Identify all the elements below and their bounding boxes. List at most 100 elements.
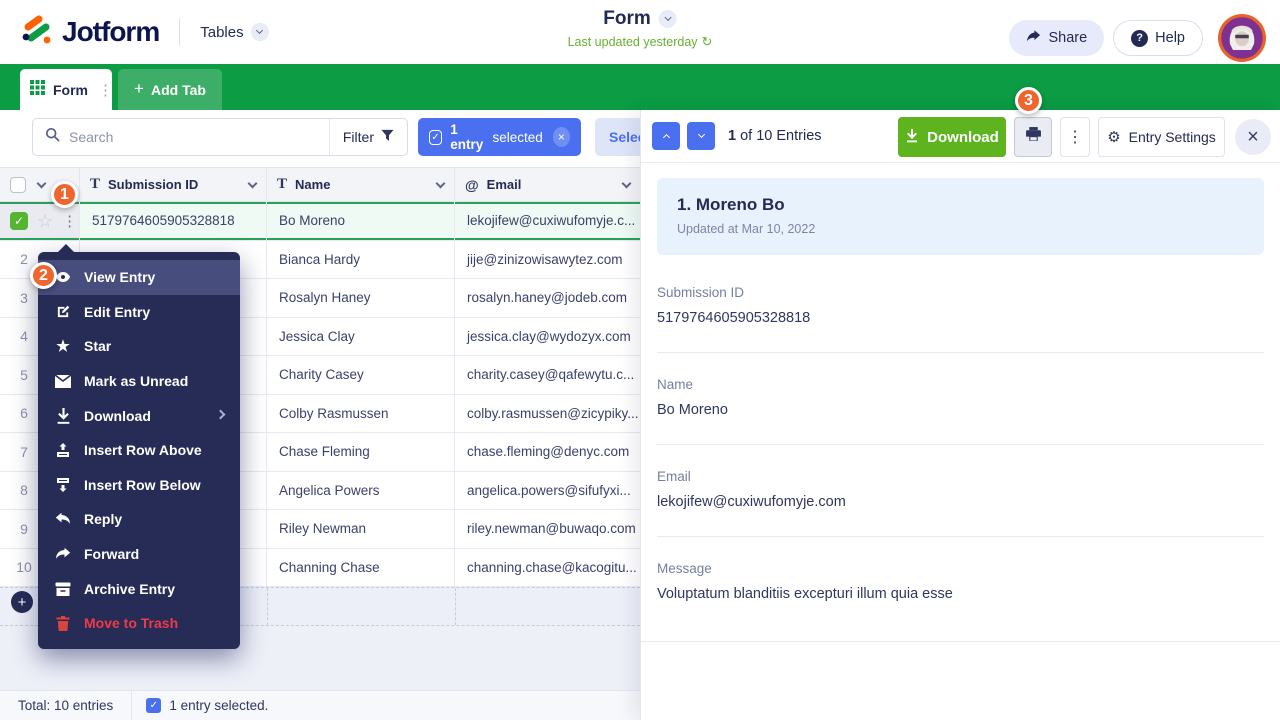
insert-below-icon xyxy=(54,477,72,493)
cell-name[interactable]: Jessica Clay xyxy=(267,317,455,356)
title-chevron-down-icon[interactable] xyxy=(658,10,677,28)
menu-item-archive-entry[interactable]: Archive Entry xyxy=(38,571,240,606)
question-icon: ? xyxy=(1131,29,1149,47)
filter-button[interactable]: Filter xyxy=(328,119,407,155)
cell-name[interactable]: Colby Rasmussen xyxy=(267,394,455,433)
menu-item-edit-entry[interactable]: Edit Entry xyxy=(38,295,240,330)
tab-form[interactable]: Form ⋮ xyxy=(20,69,113,110)
next-entry-button[interactable] xyxy=(687,122,715,150)
menu-item-forward[interactable]: Forward xyxy=(38,537,240,572)
column-chevron-icon[interactable] xyxy=(247,178,258,188)
cell-email[interactable]: jije@zinizowisawytez.com xyxy=(455,241,640,279)
column-header-submission-id[interactable]: T Submission ID xyxy=(80,168,267,201)
header-chevron-down-icon[interactable] xyxy=(36,178,47,188)
jotform-logo-icon xyxy=(20,13,54,52)
table-row[interactable]: ✓ ☆ ⋮ 5179764605905328818 Bo Moreno lekojifew… xyxy=(0,202,640,241)
column-header-email[interactable]: @ Email xyxy=(455,168,640,201)
cell-name[interactable]: Bo Moreno xyxy=(267,202,455,241)
row-checkbox-checked[interactable]: ✓ xyxy=(10,211,28,230)
cell-email[interactable]: rosalyn.haney@jodeb.com xyxy=(455,279,640,318)
top-header: Jotform Tables Form Last updated yesterd… xyxy=(0,0,1280,64)
print-button[interactable] xyxy=(1014,117,1052,157)
menu-item-view-entry[interactable]: View Entry xyxy=(38,260,240,295)
entry-settings-button[interactable]: ⚙ Entry Settings xyxy=(1098,117,1225,157)
row-kebab-icon[interactable]: ⋮ xyxy=(62,212,77,230)
selected-checkbox-icon[interactable]: ✓ xyxy=(146,698,162,713)
select-all-checkbox[interactable] xyxy=(10,176,26,193)
previous-entry-button[interactable] xyxy=(652,122,680,150)
tab-form-label: Form xyxy=(53,81,88,98)
search-input[interactable] xyxy=(69,129,329,145)
printer-icon xyxy=(1025,126,1042,148)
field-value: Voluptatum blanditiis excepturi illum qu… xyxy=(657,586,953,602)
entries-selected-button[interactable]: ✓ 1 entry selected × xyxy=(418,118,581,156)
cell-name[interactable]: Riley Newman xyxy=(267,510,455,549)
entry-pager: 1 of 10 Entries xyxy=(728,128,822,144)
download-button[interactable]: Download xyxy=(898,117,1006,157)
cell-name[interactable]: Charity Casey xyxy=(267,356,455,395)
menu-item-download[interactable]: Download xyxy=(38,398,240,433)
refresh-icon[interactable]: ↻ xyxy=(702,34,713,50)
share-button[interactable]: Share xyxy=(1009,20,1105,56)
search-box: Filter xyxy=(32,118,408,156)
menu-item-reply[interactable]: Reply xyxy=(38,502,240,537)
panel-divider xyxy=(641,641,1280,642)
reply-icon xyxy=(54,512,72,526)
cell-email[interactable]: riley.newman@buwaqo.com xyxy=(455,510,640,549)
menu-item-insert-row-above[interactable]: Insert Row Above xyxy=(38,433,240,468)
menu-item-label: Download xyxy=(84,407,151,424)
cell-email[interactable]: charity.casey@qafewytu.c... xyxy=(455,356,640,395)
cell-email[interactable]: angelica.powers@sifufyxi... xyxy=(455,472,640,510)
menu-item-label: Reply xyxy=(84,511,123,528)
annotation-badge-2: 2 xyxy=(30,262,57,289)
close-panel-button[interactable]: × xyxy=(1235,119,1271,155)
entry-detail-panel: 1 of 10 Entries Download ⋮ ⚙ Entry Setti… xyxy=(640,110,1280,720)
column-chevron-icon[interactable] xyxy=(435,178,446,188)
menu-item-insert-row-below[interactable]: Insert Row Below xyxy=(38,468,240,503)
product-switcher[interactable]: Tables xyxy=(200,23,269,41)
menu-item-move-to-trash[interactable]: Move to Trash xyxy=(38,606,240,641)
cell-name[interactable]: Angelica Powers xyxy=(267,471,455,510)
header-divider xyxy=(179,18,181,46)
cell-name[interactable]: Chase Fleming xyxy=(267,433,455,472)
row-number: 9 xyxy=(20,520,28,537)
cell-email[interactable]: lekojifew@cuxiwufomyje.c... xyxy=(455,202,640,241)
plus-icon: + xyxy=(134,79,144,98)
menu-item-label: Insert Row Above xyxy=(84,442,202,459)
cell-name[interactable]: Channing Chase xyxy=(267,548,455,587)
star-icon[interactable]: ☆ xyxy=(37,212,53,230)
archive-icon xyxy=(54,582,72,596)
menu-item-label: View Entry xyxy=(84,269,156,286)
cell-email[interactable]: jessica.clay@wydozyx.com xyxy=(455,318,640,356)
menu-item-label: Insert Row Below xyxy=(84,476,201,493)
add-tab-button[interactable]: + Add Tab xyxy=(118,69,222,110)
help-button[interactable]: ? Help xyxy=(1113,20,1203,56)
menu-item-mark-as-unread[interactable]: Mark as Unread xyxy=(38,364,240,399)
cell-email[interactable]: chase.fleming@denyc.com xyxy=(455,433,640,472)
trash-icon xyxy=(54,615,72,631)
edit-icon xyxy=(54,304,72,319)
row-selector-cell[interactable]: ✓ ☆ ⋮ xyxy=(0,202,80,241)
more-options-button[interactable]: ⋮ xyxy=(1060,117,1090,157)
add-row-button[interactable]: + xyxy=(11,591,33,613)
cell-email[interactable]: colby.rasmussen@zicypiky... xyxy=(455,395,640,433)
cell-submission-id[interactable]: 5179764605905328818 xyxy=(80,202,267,241)
menu-item-star[interactable]: ★ Star xyxy=(38,329,240,364)
gear-icon: ⚙ xyxy=(1107,128,1121,146)
cell-name[interactable]: Bianca Hardy xyxy=(267,240,455,279)
grid-icon xyxy=(30,79,45,100)
clear-selection-icon[interactable]: × xyxy=(552,127,570,147)
panel-body: 1. Moreno Bo Updated at Mar 10, 2022 Sub… xyxy=(641,163,1280,720)
tab-options-icon[interactable]: ⋮ xyxy=(98,81,113,99)
brand-wordmark: Jotform xyxy=(62,16,160,47)
last-updated: Last updated yesterday ↻ xyxy=(567,34,713,50)
cell-name[interactable]: Rosalyn Haney xyxy=(267,279,455,318)
column-chevron-icon[interactable] xyxy=(621,178,632,188)
field-value: 5179764605905328818 xyxy=(657,310,811,326)
brand[interactable]: Jotform xyxy=(20,13,160,52)
panel-header: 1 of 10 Entries Download ⋮ ⚙ Entry Setti… xyxy=(641,110,1280,163)
cell-email[interactable]: channing.chase@kacogitu... xyxy=(455,549,640,587)
column-header-name[interactable]: T Name xyxy=(267,168,455,201)
selected-status-label: 1 entry selected. xyxy=(169,698,269,713)
avatar[interactable] xyxy=(1218,14,1266,62)
